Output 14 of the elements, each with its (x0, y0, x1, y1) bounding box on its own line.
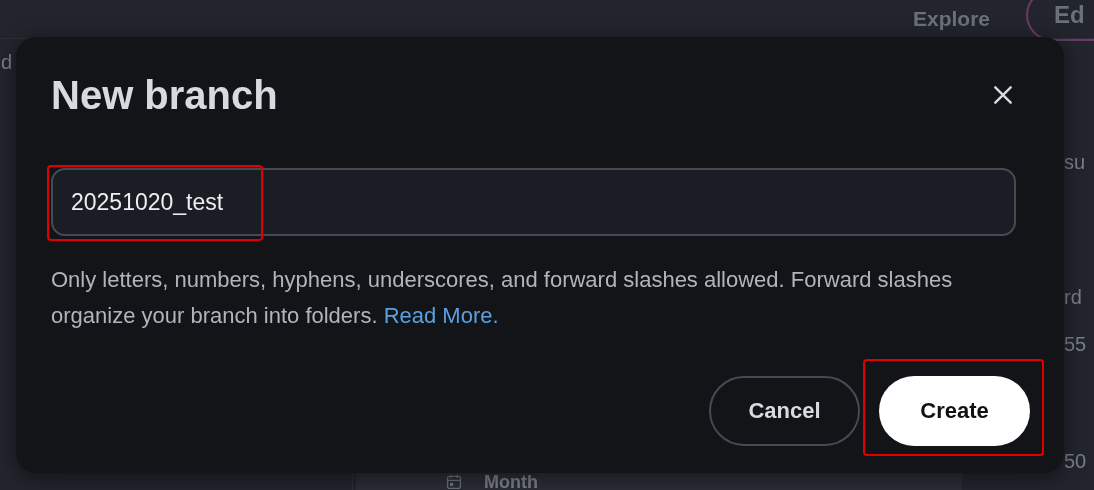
close-icon (992, 84, 1014, 106)
text-fragment: su (1064, 151, 1086, 174)
text-fragment: d (1, 51, 13, 74)
read-more-link[interactable]: Read More. (383, 303, 499, 328)
branch-name-field[interactable]: 20251020_test (51, 168, 1016, 236)
create-button[interactable]: Create (879, 376, 1030, 446)
text-fragment: rd (1064, 286, 1082, 309)
period-label: Month (484, 474, 538, 490)
text-fragment: 55 (1064, 333, 1087, 356)
text-fragment: 50 (1064, 450, 1087, 473)
cancel-button[interactable]: Cancel (709, 376, 860, 446)
help-text: Only letters, numbers, hyphens, underscores, and forward slashes allowed. Forward slashes organize your branch into folders. Read More. (51, 266, 954, 330)
dialog-title: New branch (51, 72, 278, 118)
calendar-icon (446, 474, 462, 490)
